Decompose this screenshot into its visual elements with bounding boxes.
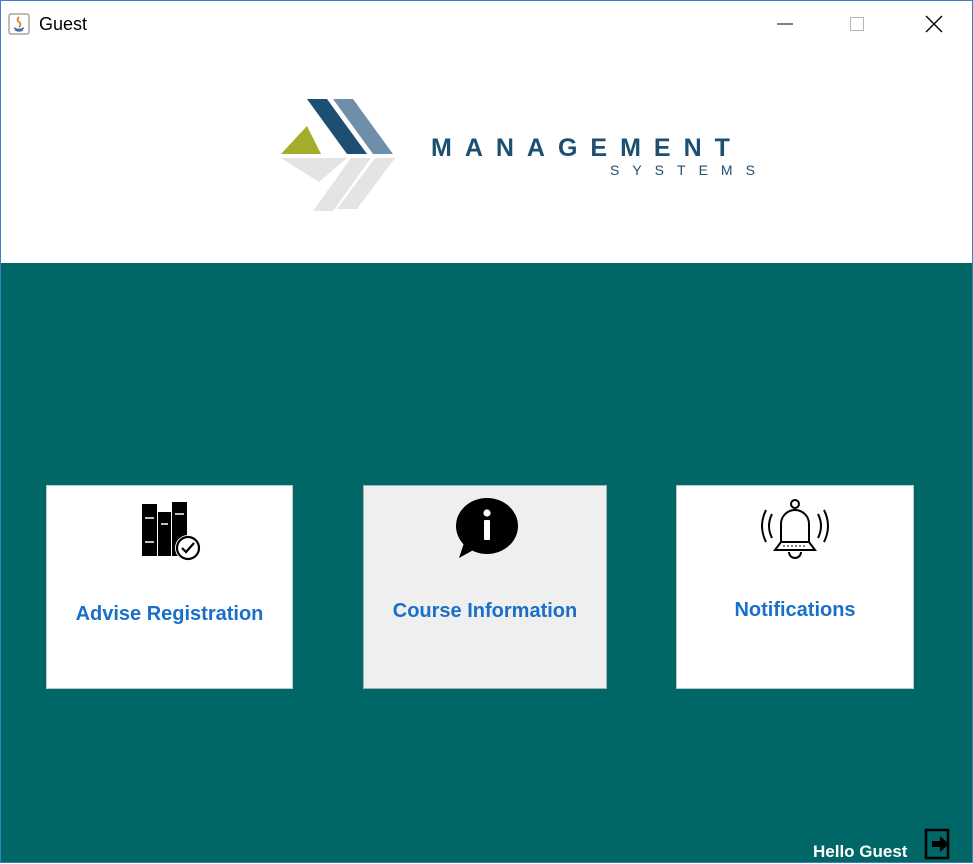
minimize-button[interactable] [749, 1, 821, 47]
brand-name: MANAGEMENT [431, 134, 743, 162]
advise-registration-label: Advise Registration [75, 603, 264, 625]
user-greeting: Hello Guest [813, 842, 908, 861]
maximize-button[interactable] [821, 1, 893, 47]
course-information-button[interactable]: Course Information [363, 485, 607, 689]
title-bar[interactable]: Guest [1, 1, 972, 47]
info-bubble-icon [456, 498, 518, 558]
advise-registration-button[interactable]: Advise Registration [46, 485, 293, 689]
course-information-label: Course Information [392, 600, 578, 622]
close-icon [925, 15, 943, 33]
main-panel: Advise Registration Course Information N… [1, 263, 972, 862]
minimize-icon [777, 23, 793, 25]
logout-icon[interactable] [924, 828, 952, 860]
notifications-button[interactable]: Notifications [676, 485, 914, 689]
management-systems-logo-icon [281, 99, 395, 211]
close-button[interactable] [898, 1, 970, 47]
maximize-icon [850, 17, 864, 31]
java-app-icon [8, 13, 30, 35]
books-check-icon [141, 502, 201, 561]
notifications-label: Notifications [734, 599, 856, 621]
bell-ringing-icon [761, 499, 829, 559]
brand-subtitle: SYSTEMS [610, 162, 768, 178]
brand-header: MANAGEMENT SYSTEMS [1, 47, 972, 263]
window-title: Guest [39, 14, 88, 34]
app-window: Guest MANAGEMENT SYSTEMS Advise Registra… [0, 0, 973, 863]
